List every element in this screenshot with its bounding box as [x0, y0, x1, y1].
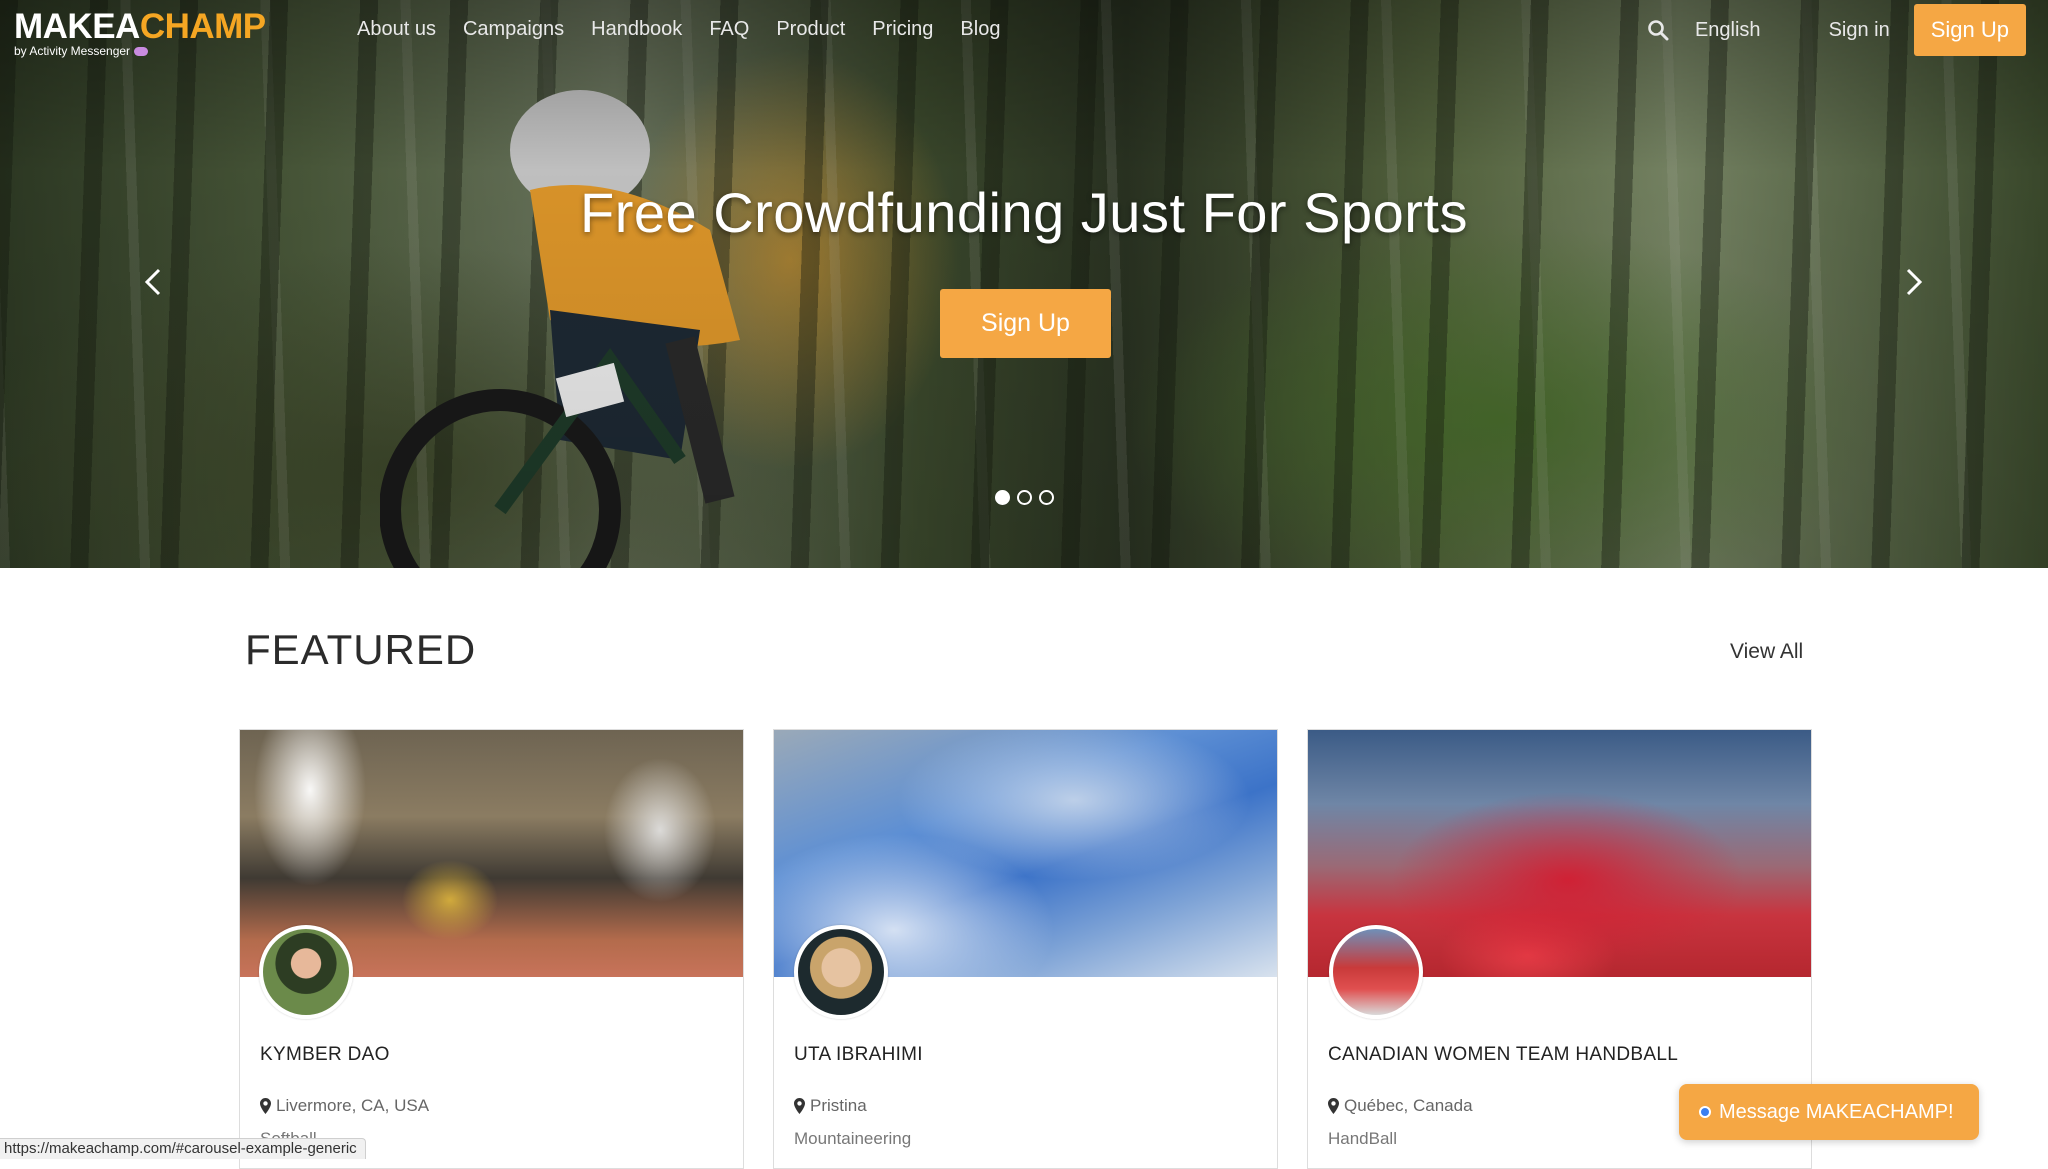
avatar[interactable] — [1329, 925, 1423, 1019]
hero-carousel: MAKEACHAMP by Activity Messenger About u… — [0, 0, 2048, 568]
nav-link-faq[interactable]: FAQ — [709, 14, 749, 44]
map-pin-icon — [1328, 1098, 1339, 1114]
logo-wordmark: MAKEACHAMP — [14, 7, 266, 46]
avatar[interactable] — [259, 925, 353, 1019]
campaign-location: Québec, Canada — [1328, 1096, 1473, 1116]
chat-bubble-icon — [134, 46, 149, 56]
hero-shade — [0, 0, 2048, 568]
nav-link-pricing[interactable]: Pricing — [872, 14, 933, 44]
campaign-location-text: Québec, Canada — [1344, 1096, 1473, 1115]
carousel-next-chevron-right-icon[interactable] — [1892, 262, 1932, 302]
sign-in-link[interactable]: Sign in — [1829, 19, 1890, 42]
campaign-name[interactable]: KYMBER DAO — [260, 1044, 390, 1066]
nav-right: English Sign in Sign Up — [1647, 4, 2026, 56]
campaign-sport: Mountaineering — [794, 1129, 912, 1148]
nav-link-blog[interactable]: Blog — [960, 14, 1000, 44]
search-icon[interactable] — [1647, 19, 1669, 41]
hero-sign-up-button[interactable]: Sign Up — [940, 289, 1111, 358]
message-chat-button[interactable]: Message MAKEACHAMP! — [1679, 1084, 1979, 1140]
view-all-link[interactable]: View All — [1730, 640, 1803, 664]
campaign-location: Pristina — [794, 1096, 867, 1116]
browser-status-url: https://makeachamp.com/#carousel-example… — [0, 1138, 366, 1159]
map-pin-icon — [794, 1098, 805, 1114]
carousel-indicators — [995, 490, 1054, 505]
featured-heading: FEATURED — [245, 626, 477, 673]
campaign-name[interactable]: CANADIAN WOMEN TEAM HANDBALL — [1328, 1044, 1678, 1066]
campaign-sport: HandBall — [1328, 1129, 1397, 1148]
online-status-icon — [1699, 1106, 1711, 1118]
nav-link-about-us[interactable]: About us — [357, 14, 436, 44]
carousel-prev-chevron-left-icon[interactable] — [135, 262, 175, 302]
nav-link-campaigns[interactable]: Campaigns — [463, 14, 564, 44]
sign-up-button-header[interactable]: Sign Up — [1913, 4, 2026, 56]
avatar[interactable] — [794, 925, 888, 1019]
logo-tagline: by Activity Messenger — [14, 44, 266, 58]
map-pin-icon — [260, 1098, 271, 1114]
carousel-dot-2[interactable] — [1017, 490, 1032, 505]
carousel-dot-1[interactable] — [995, 490, 1010, 505]
hero-title: Free Crowdfunding Just For Sports — [580, 181, 1468, 244]
nav-link-product[interactable]: Product — [776, 14, 845, 44]
nav-link-handbook[interactable]: Handbook — [591, 14, 682, 44]
chat-label: Message MAKEACHAMP! — [1719, 1101, 1954, 1123]
makeachamp-logo[interactable]: MAKEACHAMP by Activity Messenger — [14, 7, 266, 59]
language-selector[interactable]: English — [1695, 19, 1761, 42]
campaign-location-text: Livermore, CA, USA — [276, 1096, 430, 1115]
campaign-location-text: Pristina — [810, 1096, 867, 1115]
campaign-location: Livermore, CA, USA — [260, 1096, 429, 1116]
main-nav: About us Campaigns Handbook FAQ Product … — [357, 14, 1000, 44]
carousel-dot-3[interactable] — [1039, 490, 1054, 505]
campaign-name[interactable]: UTA IBRAHIMI — [794, 1044, 923, 1066]
